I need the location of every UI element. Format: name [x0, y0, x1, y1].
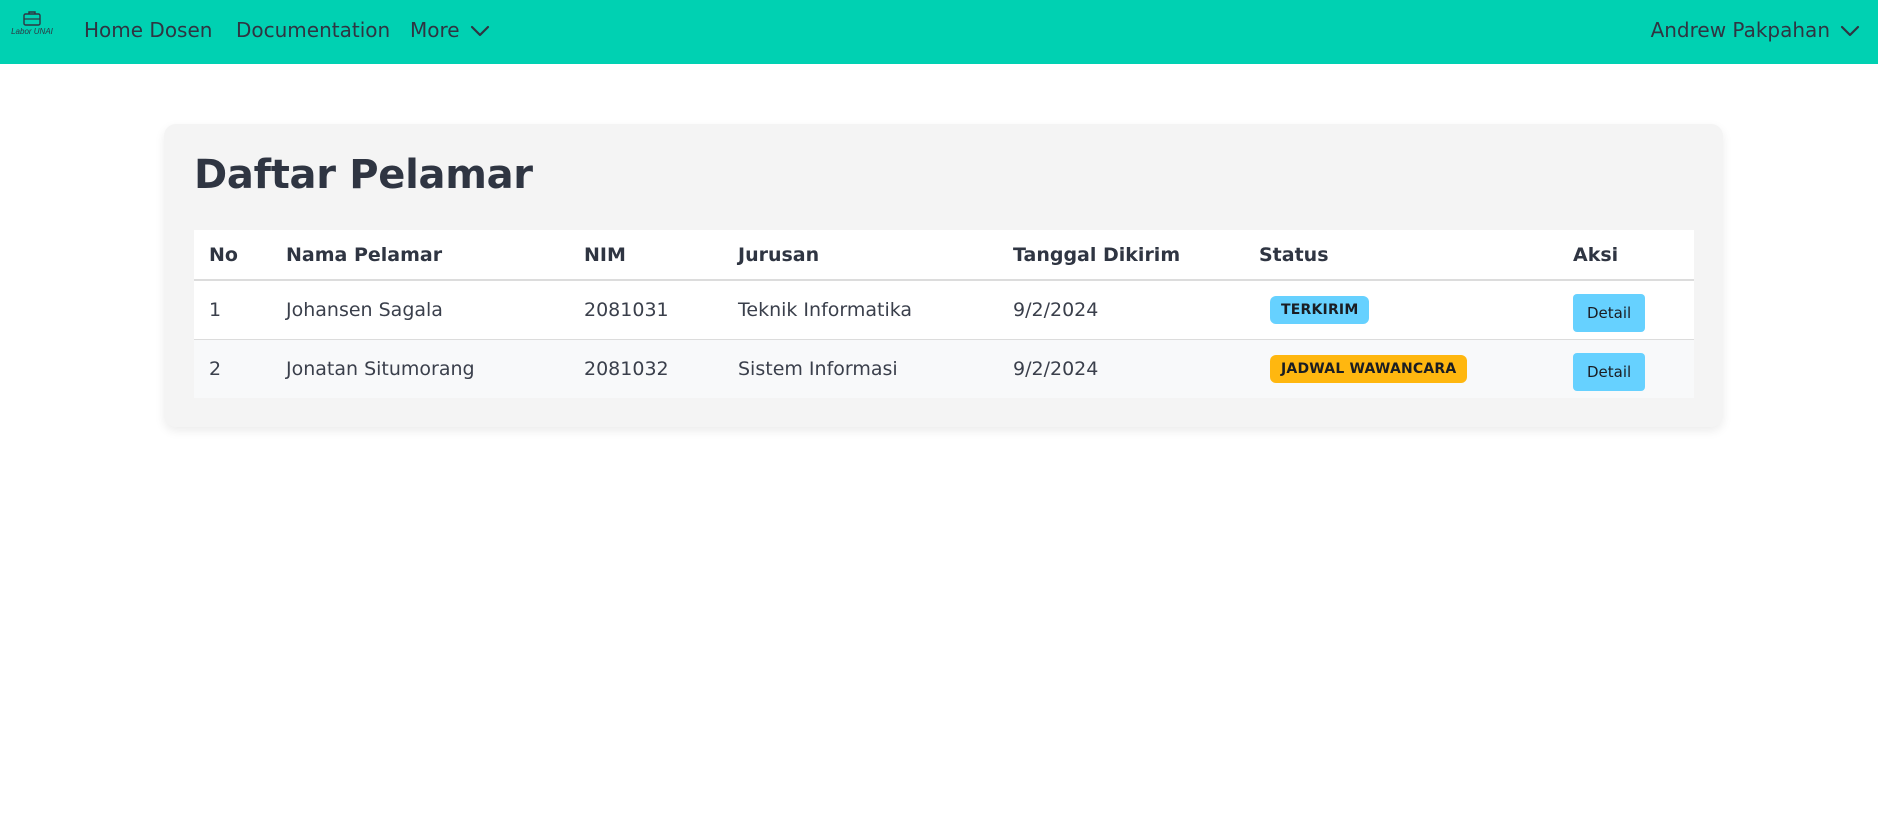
nav-documentation[interactable]: Documentation: [236, 0, 390, 60]
cell-jurusan: Sistem Informasi: [723, 339, 998, 398]
detail-button[interactable]: Detail: [1573, 294, 1646, 332]
cell-nama: Johansen Sagala: [271, 280, 569, 340]
nav-home-dosen-label: Home Dosen: [84, 18, 213, 42]
status-badge: TERKIRIM: [1270, 296, 1370, 324]
nav-more-dropdown[interactable]: More: [410, 0, 490, 60]
applicants-table: No Nama Pelamar NIM Jurusan Tanggal Diki…: [194, 230, 1694, 398]
header-tanggal-dikirim: Tanggal Dikirim: [998, 230, 1244, 281]
page-title: Daftar Pelamar: [194, 152, 533, 198]
table-header-row: No Nama Pelamar NIM Jurusan Tanggal Diki…: [194, 230, 1694, 281]
cell-nama: Jonatan Situmorang: [271, 339, 569, 398]
user-name: Andrew Pakpahan: [1650, 18, 1830, 42]
cell-no: 1: [194, 280, 271, 340]
nav-documentation-label: Documentation: [236, 18, 391, 42]
header-nama-pelamar: Nama Pelamar: [271, 230, 569, 281]
chevron-down-icon: [1840, 25, 1860, 37]
cell-jurusan: Teknik Informatika: [723, 280, 998, 340]
top-navbar: Labor UNAI Home Dosen Documentation More…: [0, 0, 1878, 64]
header-jurusan: Jurusan: [723, 230, 998, 281]
table-row: 1 Johansen Sagala 2081031 Teknik Informa…: [194, 280, 1694, 340]
cell-status: JADWAL WAWANCARA: [1244, 339, 1558, 398]
nav-home-dosen[interactable]: Home Dosen: [84, 0, 212, 60]
brand-logo[interactable]: Labor UNAI: [8, 10, 56, 44]
cell-nim: 2081031: [569, 280, 723, 340]
user-menu-dropdown[interactable]: Andrew Pakpahan: [1651, 0, 1860, 60]
status-badge: JADWAL WAWANCARA: [1270, 355, 1468, 383]
applicants-card: Daftar Pelamar No Nama Pelamar NIM Jurus…: [164, 124, 1723, 427]
header-aksi: Aksi: [1558, 230, 1694, 281]
cell-aksi: Detail: [1558, 280, 1694, 340]
briefcase-logo-icon: [23, 11, 41, 26]
detail-button[interactable]: Detail: [1573, 353, 1646, 391]
cell-no: 2: [194, 339, 271, 398]
header-status: Status: [1244, 230, 1558, 281]
table-row: 2 Jonatan Situmorang 2081032 Sistem Info…: [194, 339, 1694, 398]
brand-text: Labor UNAI: [11, 27, 53, 36]
cell-tanggal: 9/2/2024: [998, 280, 1244, 340]
cell-nim: 2081032: [569, 339, 723, 398]
nav-more-label: More: [410, 18, 460, 42]
header-nim: NIM: [569, 230, 723, 281]
chevron-down-icon: [470, 25, 489, 37]
cell-aksi: Detail: [1558, 339, 1694, 398]
cell-tanggal: 9/2/2024: [998, 339, 1244, 398]
cell-status: TERKIRIM: [1244, 280, 1558, 340]
header-no: No: [194, 230, 271, 281]
